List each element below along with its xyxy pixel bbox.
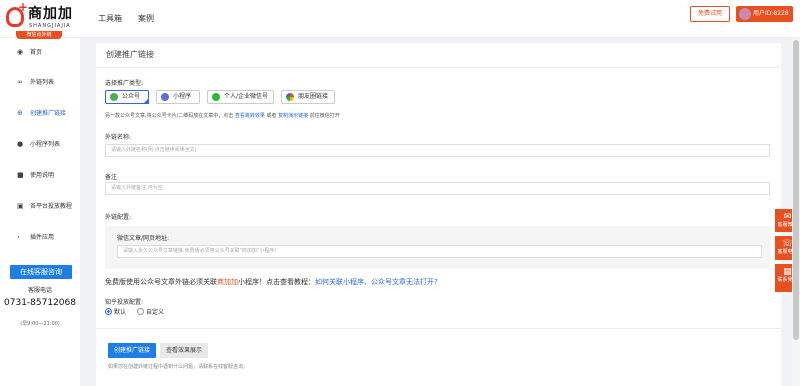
link-name-input[interactable]: 请输入外链名称(例:点击继续阅读全文) <box>105 144 770 157</box>
sidebar-item-label: 小程序列表 <box>30 141 61 148</box>
remark-input[interactable]: 请输入外链备注,可为空 <box>105 182 770 195</box>
create-icon: ⊕ <box>17 109 23 117</box>
type-moments-link[interactable]: 朋友圈链接 <box>281 90 335 104</box>
avatar <box>739 8 751 20</box>
moments-icon <box>286 93 294 101</box>
sidebar: 微信点外链 ◉ 首页 ∞ 外链列表 ⊕ 创建推广链接 ● 小程序列表 ■ 使用说明 ▣ 各平… <box>0 31 80 386</box>
free-version-notice: 免费版使用公众号文章外链必须关联商加加小程序！点击查看教程：如何关联小程序、公众… <box>105 277 438 287</box>
miniprogram-type-icon <box>161 93 169 101</box>
view-effect-link[interactable]: 查看跳转效果 <box>235 113 265 119</box>
home-icon: ◉ <box>17 48 24 56</box>
type-hint: 另一款公众号文章,将公众号卡片/二维码放在文章中；点击 查看跳转效果 或者 复制… <box>105 112 340 119</box>
sidebar-item-label: 创建推广链接 <box>30 110 67 117</box>
sidebar-item-label: 外链列表 <box>30 79 55 86</box>
delivery-label: 知乎投放配置: <box>105 299 144 306</box>
link-icon: ∞ <box>17 78 23 86</box>
sidebar-item-home[interactable]: ◉ 首页 <box>0 46 80 60</box>
hint-text: 另一款公众号文章,将公众号卡片/二维码放在文章中；点击 <box>105 113 234 119</box>
type-label: 选择推广类型: <box>105 80 144 87</box>
sidebar-item-label: 插件应用 <box>30 234 55 241</box>
notice-prefix: 免费版使用公众号文章外链必须关联 <box>105 278 217 286</box>
scrollbar-thumb[interactable] <box>793 40 799 340</box>
tutorial-link[interactable]: 如何关联小程序、公众号文章无法打开? <box>315 278 438 286</box>
hint-or: 或者 <box>266 113 277 119</box>
brand-logo[interactable]: + 商加加 SHANGJIAJIA <box>6 1 80 31</box>
divider <box>96 328 781 329</box>
brand-name: 商加加 <box>28 6 73 22</box>
online-service-button[interactable]: 在线客服咨询 <box>10 265 72 279</box>
create-link-panel: 创建推广链接 选择推广类型: 公众号 小程序 个人/企业微信号 朋友圈链接 另一… <box>96 43 781 386</box>
type-label-text: 朋友圈链接 <box>298 93 329 100</box>
document-icon: ■ <box>17 171 24 179</box>
type-label-text: 公众号 <box>122 93 141 100</box>
radio-label: 默认 <box>114 309 127 316</box>
type-label-text: 个人/企业微信号 <box>224 93 269 100</box>
wechat-icon <box>212 93 220 101</box>
service-phone-number: 0731-85712068 <box>4 298 76 308</box>
top-nav: 工具箱 案例 <box>98 13 170 24</box>
page-title: 创建推广链接 <box>106 50 154 59</box>
user-id: 用户ID:8228 <box>753 10 789 17</box>
user-menu-button[interactable]: 用户ID:8228 <box>736 6 793 22</box>
create-link-button[interactable]: 创建推广链接 <box>108 343 156 358</box>
radio-label: 自定义 <box>146 309 165 316</box>
config-label: 外链配置: <box>105 214 132 221</box>
type-miniprogram[interactable]: 小程序 <box>156 90 200 104</box>
sidebar-item-label: 首页 <box>30 49 43 56</box>
service-hours: (早9:00—21:00) <box>20 321 60 327</box>
notice-mid: 小程序！点击查看教程： <box>238 278 315 286</box>
sidebar-item-create-link[interactable]: ⊕ 创建推广链接 <box>0 107 80 121</box>
chevron-right-icon: › <box>17 233 20 241</box>
sidebar-item-plugins[interactable]: › 插件应用 <box>0 231 80 245</box>
radio-checked-icon <box>105 308 112 315</box>
hint-tail: 前往微信打开 <box>309 113 340 119</box>
selected-check-icon <box>143 98 149 104</box>
top-bar: + 商加加 SHANGJIAJIA 工具箱 案例 免费试用 用户ID:8228 <box>0 0 800 38</box>
divider <box>96 67 781 68</box>
sidebar-item-tutorials[interactable]: ▣ 各平台投放教程 <box>0 200 80 214</box>
radio-custom[interactable]: 自定义 <box>137 308 164 317</box>
sidebar-item-link-list[interactable]: ∞ 外链列表 <box>0 76 80 90</box>
sidebar-item-label: 使用说明 <box>30 172 55 179</box>
footnote: 如果您在创建外链过程中遇到什么问题，请联系在线客服咨询。 <box>108 364 249 370</box>
radio-default[interactable]: 默认 <box>105 308 126 317</box>
miniprogram-icon: ● <box>17 140 24 148</box>
brand-sub: SHANGJIAJIA <box>29 23 71 29</box>
nav-cases[interactable]: 案例 <box>138 14 154 23</box>
radio-unchecked-icon <box>137 308 144 315</box>
nav-tools[interactable]: 工具箱 <box>98 14 122 23</box>
view-demo-button[interactable]: 查看效果展示 <box>160 343 208 358</box>
article-url-label: 微信文章/网页地址: <box>117 235 170 242</box>
tutorial-icon: ▣ <box>17 202 24 210</box>
sidebar-item-label: 各平台投放教程 <box>30 203 73 210</box>
type-official-account[interactable]: 公众号 <box>105 90 149 104</box>
sidebar-item-instructions[interactable]: ■ 使用说明 <box>0 169 80 183</box>
sidebar-badge: 微信点外链 <box>16 31 62 39</box>
article-url-input[interactable]: 请输入永久公众号文章链接,免费版必须用公众号关联"商加加"小程序! <box>117 245 762 258</box>
logo-plus-icon: + <box>18 0 29 14</box>
type-wechat-account[interactable]: 个人/企业微信号 <box>207 90 274 104</box>
copy-demo-link[interactable]: 复制演示链接 <box>278 113 308 119</box>
name-label: 外链名称: <box>105 134 132 141</box>
notice-brand: 商加加 <box>217 278 238 286</box>
type-label-text: 小程序 <box>173 93 192 100</box>
official-account-icon <box>110 93 118 101</box>
sidebar-item-miniprogram-list[interactable]: ● 小程序列表 <box>0 138 80 152</box>
service-phone-label: 客服电话 <box>27 287 52 294</box>
remark-label: 备注 <box>105 174 118 181</box>
free-trial-button[interactable]: 免费试用 <box>690 6 730 22</box>
